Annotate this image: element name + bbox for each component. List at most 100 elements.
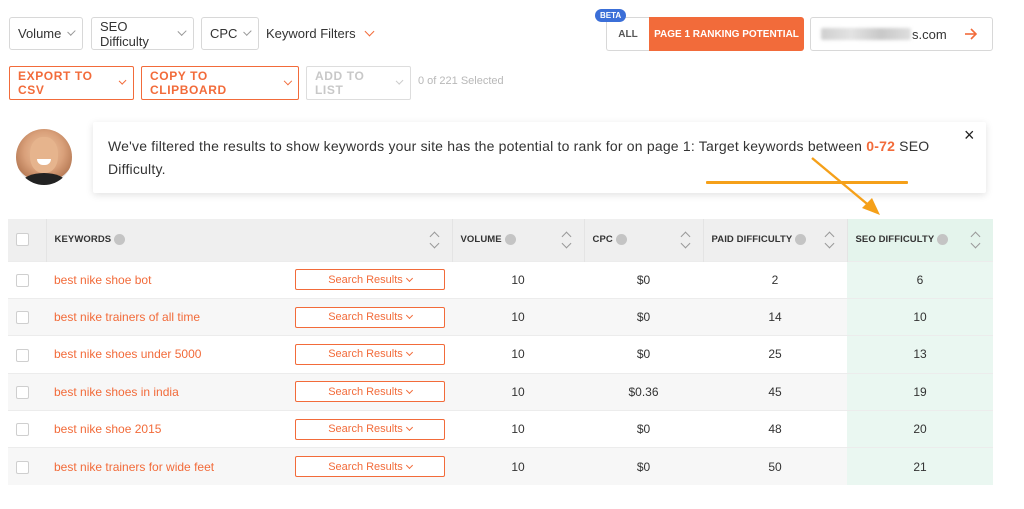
sort-icon[interactable]: [430, 231, 440, 249]
cpc-cell: $0: [584, 260, 703, 299]
column-seo-difficulty-label: SEO DIFFICULTY: [855, 234, 935, 246]
row-checkbox[interactable]: [16, 348, 29, 362]
arrow-right-icon[interactable]: [964, 27, 978, 41]
search-results-button[interactable]: Search Results: [295, 343, 445, 365]
row-select-cell: [8, 260, 46, 299]
chevron-down-icon: [405, 386, 413, 394]
cpc-cell: $0: [584, 447, 703, 486]
column-seo-difficulty[interactable]: SEO DIFFICULTY: [847, 219, 993, 261]
keywords-table: KEYWORDS VOLUME CPC PAID DIFFICULTY SEO …: [8, 219, 993, 486]
selected-count: 0 of 221 Selected: [418, 75, 504, 87]
seo-difficulty-cell: 19: [847, 372, 993, 411]
row-checkbox[interactable]: [16, 386, 29, 400]
column-keywords[interactable]: KEYWORDS: [46, 219, 453, 261]
cpc-filter-label: CPC: [210, 26, 238, 41]
keyword-cell: best nike shoe bot Search Results: [46, 260, 452, 299]
row-checkbox[interactable]: [16, 311, 29, 325]
copy-clipboard-label: COPY TO CLIPBOARD: [150, 69, 227, 97]
page1-ranking-potential-button[interactable]: PAGE 1 RANKING POTENTIAL: [649, 17, 804, 51]
cpc-cell: $0: [584, 297, 703, 336]
sort-icon[interactable]: [971, 231, 981, 249]
search-results-button[interactable]: Search Results: [295, 306, 445, 328]
row-checkbox[interactable]: [16, 273, 29, 287]
cpc-cell: $0: [584, 410, 703, 448]
ranking-toggle: BETA ALL PAGE 1 RANKING POTENTIAL: [595, 9, 804, 51]
volume-filter[interactable]: Volume: [9, 17, 83, 50]
message-part1: We've filtered the results to show keywo…: [108, 138, 867, 154]
column-volume[interactable]: VOLUME: [452, 219, 585, 261]
cpc-filter[interactable]: CPC: [201, 17, 259, 50]
chevron-down-icon: [243, 27, 252, 36]
table-row: best nike trainers of all time Search Re…: [8, 297, 993, 336]
keyword-link[interactable]: best nike shoes under 5000: [54, 347, 201, 361]
table-row: best nike shoes in india Search Results …: [8, 372, 993, 411]
chevron-down-icon: [405, 424, 413, 432]
paid-difficulty-cell: 50: [703, 447, 847, 486]
keyword-link[interactable]: best nike shoe bot: [54, 273, 151, 287]
row-select-cell: [8, 297, 46, 336]
search-results-label: Search Results: [328, 423, 403, 436]
cpc-cell: $0.36: [584, 372, 703, 411]
sort-icon[interactable]: [562, 231, 572, 249]
seo-difficulty-cell: 13: [847, 335, 993, 374]
row-select-cell: [8, 372, 46, 411]
copy-clipboard-button[interactable]: COPY TO CLIPBOARD: [141, 66, 299, 100]
keyword-link[interactable]: best nike shoe 2015: [54, 422, 161, 436]
volume-cell: 10: [452, 372, 584, 411]
domain-input[interactable]: s.com: [810, 17, 993, 51]
row-checkbox[interactable]: [16, 423, 29, 437]
chevron-down-icon: [405, 274, 413, 282]
chevron-down-icon: [395, 76, 404, 86]
add-to-list-button[interactable]: ADD TO LIST: [306, 66, 411, 100]
toggle-all-button[interactable]: BETA ALL: [595, 9, 649, 51]
search-results-button[interactable]: Search Results: [295, 381, 445, 403]
chevron-down-icon: [405, 461, 413, 469]
chevron-down-icon: [405, 312, 413, 320]
keyword-cell: best nike shoes under 5000 Search Result…: [46, 335, 452, 374]
info-icon: [504, 234, 516, 246]
column-keywords-label: KEYWORDS: [54, 234, 112, 246]
search-results-button[interactable]: Search Results: [295, 269, 445, 291]
select-all-cell: [8, 219, 47, 261]
column-cpc-label: CPC: [592, 234, 613, 246]
seo-difficulty-filter-label: SEO Difficulty: [100, 18, 149, 49]
search-results-button[interactable]: Search Results: [295, 456, 445, 478]
row-checkbox[interactable]: [16, 461, 29, 475]
volume-cell: 10: [452, 260, 584, 299]
chevron-down-icon: [283, 76, 292, 86]
table-row: best nike trainers for wide feet Search …: [8, 447, 993, 486]
info-icon: [114, 234, 126, 246]
search-results-label: Search Results: [328, 460, 403, 473]
volume-cell: 10: [452, 335, 584, 374]
volume-filter-label: Volume: [18, 26, 62, 41]
volume-cell: 10: [452, 297, 584, 336]
domain-suffix: s.com: [912, 26, 947, 42]
search-results-button[interactable]: Search Results: [295, 418, 445, 440]
chevron-down-icon: [67, 27, 76, 36]
chevron-down-icon: [405, 349, 413, 357]
sort-icon[interactable]: [681, 231, 691, 249]
search-results-label: Search Results: [328, 348, 403, 361]
column-cpc[interactable]: CPC: [584, 219, 704, 261]
seo-difficulty-cell: 20: [847, 410, 993, 448]
row-select-cell: [8, 335, 46, 374]
select-all-checkbox[interactable]: [16, 233, 29, 247]
close-icon[interactable]: ×: [964, 126, 978, 144]
volume-cell: 10: [452, 410, 584, 448]
keyword-link[interactable]: best nike shoes in india: [54, 385, 179, 399]
export-csv-button[interactable]: EXPORT TO CSV: [9, 66, 134, 100]
paid-difficulty-cell: 45: [703, 372, 847, 411]
table-row: best nike shoe bot Search Results 10 $0 …: [8, 260, 993, 299]
keyword-link[interactable]: best nike trainers for wide feet: [54, 460, 214, 474]
column-paid-difficulty[interactable]: PAID DIFFICULTY: [703, 219, 848, 261]
chevron-down-icon: [364, 26, 375, 37]
chevron-down-icon: [177, 26, 187, 37]
keyword-filters-dropdown[interactable]: Keyword Filters: [266, 17, 375, 50]
row-select-cell: [8, 447, 46, 486]
sort-icon[interactable]: [825, 231, 835, 249]
seo-difficulty-filter[interactable]: SEO Difficulty: [91, 17, 194, 50]
keyword-link[interactable]: best nike trainers of all time: [54, 310, 200, 324]
blurred-domain: [821, 28, 911, 40]
info-icon: [937, 234, 949, 246]
cpc-cell: $0: [584, 335, 703, 374]
